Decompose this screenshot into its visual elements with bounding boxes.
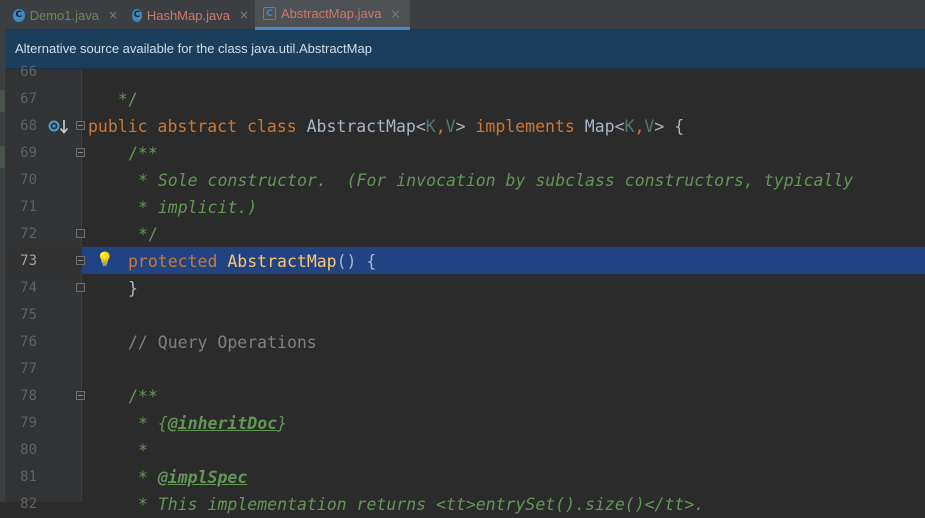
fold-marker[interactable] — [76, 256, 85, 265]
fold-marker[interactable] — [76, 148, 85, 157]
lightbulb-icon[interactable]: 💡 — [96, 251, 113, 268]
line-number: 66 — [20, 64, 37, 80]
code-line-81: * @implSpec — [138, 468, 248, 487]
fold-marker[interactable] — [76, 121, 85, 130]
line-number-current: 73 — [20, 253, 37, 269]
line-number: 76 — [20, 334, 37, 350]
abstract-class-file-icon: C — [263, 7, 276, 20]
tab-hashmap[interactable]: C HashMap.java × — [124, 0, 255, 30]
line-number: 67 — [20, 91, 37, 107]
line-number: 81 — [20, 469, 37, 485]
code-line-74: } — [128, 279, 138, 298]
implementing-method-icon[interactable] — [48, 118, 70, 136]
code-line-68: public abstract class AbstractMap<K,V> i… — [88, 117, 685, 136]
line-number: 77 — [20, 361, 37, 377]
line-number: 70 — [20, 172, 37, 188]
code-line-78: /** — [128, 387, 158, 406]
fold-marker[interactable] — [76, 391, 85, 400]
close-icon[interactable]: × — [239, 8, 249, 22]
code-line-76: // Query Operations — [128, 333, 317, 352]
line-number: 79 — [20, 415, 37, 431]
fold-marker[interactable] — [76, 229, 85, 238]
line-number: 71 — [20, 199, 37, 215]
code-line-70: * Sole constructor. (For invocation by s… — [138, 171, 854, 190]
line-number: 69 — [20, 145, 37, 161]
line-number: 75 — [20, 307, 37, 323]
code-line-69: /** — [128, 144, 158, 163]
code-line-72: */ — [138, 225, 158, 244]
tab-label: Demo1.java — [29, 7, 99, 23]
tab-abstractmap[interactable]: C AbstractMap.java × — [255, 0, 410, 30]
code-line-79: * {@inheritDoc} — [138, 414, 288, 433]
info-banner: Alternative source available for the cla… — [5, 30, 925, 69]
code-line-71: * implicit.) — [138, 198, 258, 217]
line-number: 78 — [20, 388, 37, 404]
line-number: 82 — [20, 496, 37, 512]
close-icon[interactable]: × — [390, 7, 400, 21]
tab-label: HashMap.java — [146, 7, 230, 23]
fold-marker[interactable] — [76, 283, 85, 292]
line-number: 74 — [20, 280, 37, 296]
tab-demo1[interactable]: C Demo1.java × — [5, 0, 124, 30]
class-file-icon: C — [132, 8, 142, 22]
line-number: 68 — [20, 118, 37, 134]
line-number: 80 — [20, 442, 37, 458]
code-line-66: */ — [117, 90, 138, 109]
close-icon[interactable]: × — [108, 8, 118, 22]
banner-text: Alternative source available for the cla… — [15, 41, 372, 56]
code-line-82: * This implementation returns <tt>entryS… — [138, 495, 705, 514]
class-file-icon: C — [13, 8, 25, 22]
code-line-80: * — [138, 441, 148, 460]
code-line-73: protected AbstractMap() { — [128, 252, 377, 271]
line-number: 72 — [20, 226, 37, 242]
tab-label: AbstractMap.java — [281, 6, 382, 21]
editor-tab-bar: C Demo1.java × C HashMap.java × C Abstra… — [5, 0, 925, 30]
